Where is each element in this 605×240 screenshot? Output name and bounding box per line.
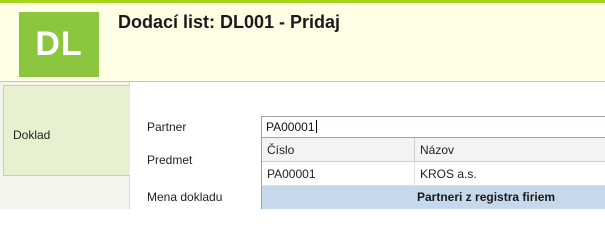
text-caret	[315, 120, 317, 133]
page-title: Dodací list: DL001 - Pridaj	[118, 12, 341, 32]
sidebar: Doklad	[0, 82, 130, 209]
column-header-cislo[interactable]: Číslo	[262, 138, 415, 162]
cell-nazov: KROS a.s.	[420, 167, 477, 181]
partner-dropdown: Číslo Názov PA00001 KROS a.s. Partneri z…	[261, 138, 605, 209]
sidebar-item-label: Doklad	[13, 128, 51, 142]
header-bar: DL Dodací list: DL001 - Pridaj	[0, 0, 605, 82]
partner-label: Partner	[147, 120, 187, 134]
registry-partners-option[interactable]: Partneri z registra firiem	[262, 186, 605, 209]
cell-cislo: PA00001	[262, 162, 415, 186]
mena-dokladu-label: Mena dokladu	[147, 190, 223, 204]
partner-input-value: PA00001	[266, 120, 315, 134]
dropdown-row[interactable]: PA00001 KROS a.s.	[262, 162, 605, 186]
dropdown-header: Číslo Názov	[262, 138, 605, 162]
sidebar-item-doklad[interactable]: Doklad	[3, 85, 130, 176]
form-content: Partner Predmet Mena dokladu PA00001 Čís…	[130, 82, 605, 209]
predmet-label: Predmet	[147, 153, 193, 167]
document-logo: DL	[19, 12, 99, 77]
partner-input[interactable]: PA00001	[261, 116, 605, 138]
column-header-nazov[interactable]: Názov	[415, 138, 605, 162]
